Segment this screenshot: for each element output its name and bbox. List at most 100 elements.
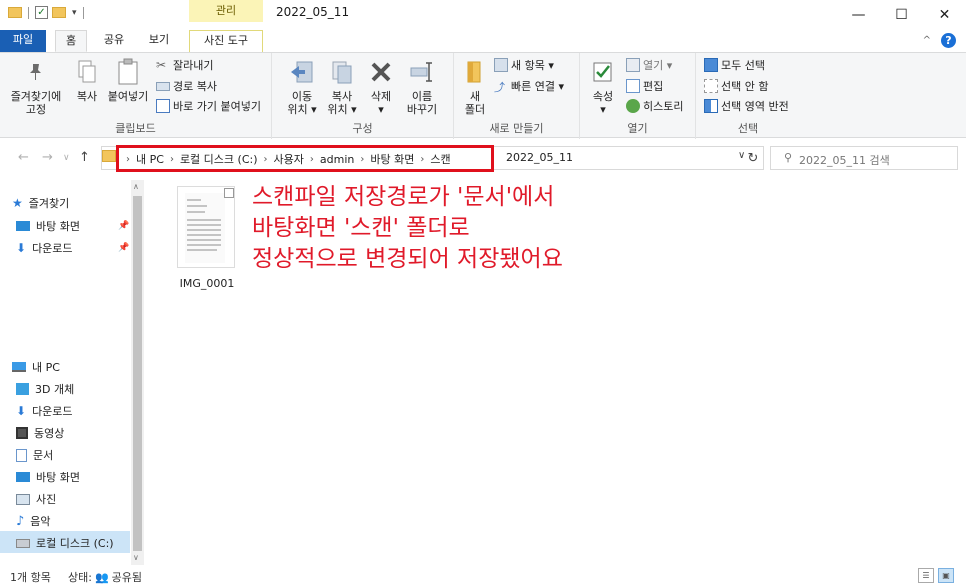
file-name[interactable]: IMG_0001 xyxy=(176,277,238,290)
search-input[interactable]: ⚲ 2022_05_11 검색 xyxy=(770,146,958,170)
history-button[interactable]: 히스토리 xyxy=(626,98,683,114)
properties-check-icon xyxy=(588,57,618,87)
close-button[interactable]: ✕ xyxy=(923,0,966,30)
tab-share[interactable]: 공유 xyxy=(94,30,134,52)
select-all-icon xyxy=(704,58,718,72)
properties-check-icon[interactable]: ✓ xyxy=(35,6,48,19)
properties-button[interactable]: 속성 ▾ xyxy=(588,57,618,116)
crumb-current-folder[interactable]: 2022_05_11 xyxy=(506,151,573,164)
edit-button[interactable]: 편집 xyxy=(626,78,663,94)
organize-group-label: 구성 xyxy=(352,122,373,135)
maximize-button[interactable]: ☐ xyxy=(880,0,923,30)
tab-file[interactable]: 파일 xyxy=(0,30,46,52)
customize-toolbar-chevron-icon[interactable]: ▾ xyxy=(72,8,77,18)
sidebar-item-downloads[interactable]: ⬇ 다운로드 xyxy=(16,402,73,420)
sidebar-item-desktop-pinned[interactable]: 바탕 화면 📌 xyxy=(16,217,129,235)
copy-to-button[interactable]: 복사 위치 ▾ xyxy=(324,57,360,116)
sidebar-scroll-thumb[interactable] xyxy=(133,196,142,551)
sidebar-item-this-pc[interactable]: 내 PC xyxy=(12,358,60,376)
desktop-icon xyxy=(16,221,30,231)
download-arrow-icon: ⬇ xyxy=(16,241,27,255)
sidebar-item-pictures[interactable]: 사진 xyxy=(16,490,56,508)
minimize-button[interactable]: — xyxy=(837,0,880,30)
new-folder-button[interactable]: 새 폴더 xyxy=(460,57,490,116)
title-bar: ✓ ▾ 관리 2022_05_11 — ☐ ✕ xyxy=(0,0,966,30)
select-group: 모두 선택 선택 안 함 선택 영역 반전 선택 xyxy=(696,53,800,139)
open-icon xyxy=(626,58,640,72)
pc-icon xyxy=(12,362,26,372)
history-icon xyxy=(626,99,640,113)
picture-icon xyxy=(16,493,30,505)
drive-icon xyxy=(16,538,30,548)
ribbon: 즐겨찾기에 고정 복사 붙여넣기 ✂ 잘라내기 경로 복사 바로 가기 붙여넣기 xyxy=(0,52,966,139)
sidebar-item-videos[interactable]: 동영상 xyxy=(16,424,64,442)
sidebar-item-3d-objects[interactable]: 3D 개체 xyxy=(16,380,74,398)
select-all-button[interactable]: 모두 선택 xyxy=(704,57,765,73)
copy-button[interactable]: 복사 xyxy=(70,57,104,103)
search-placeholder: 2022_05_11 검색 xyxy=(799,154,890,167)
new-folder-icon xyxy=(460,57,490,87)
document-icon xyxy=(16,448,27,462)
select-none-button[interactable]: 선택 안 함 xyxy=(704,78,768,94)
cut-button[interactable]: ✂ 잘라내기 xyxy=(156,57,213,73)
sidebar-item-local-disk[interactable]: 로컬 디스크 (C:) xyxy=(16,534,114,552)
collapse-ribbon-chevron-icon[interactable]: ^ xyxy=(923,35,931,46)
forward-arrow-icon[interactable]: → xyxy=(42,150,53,165)
easy-access-button[interactable]: ⤴ 빠른 연결 ▾ xyxy=(494,78,564,94)
delete-button[interactable]: 삭제 ▾ xyxy=(366,57,396,116)
file-thumbnail[interactable] xyxy=(177,186,235,268)
pin-icon[interactable]: 📌 xyxy=(118,221,129,231)
pin-icon[interactable]: 📌 xyxy=(118,243,129,253)
sidebar-item-music[interactable]: ♪ 음악 xyxy=(16,512,51,530)
help-icon[interactable]: ? xyxy=(941,33,956,48)
download-arrow-icon: ⬇ xyxy=(16,404,27,418)
scroll-up-chevron-icon[interactable]: ∧ xyxy=(133,182,139,191)
sidebar-item-downloads-pinned[interactable]: ⬇ 다운로드 📌 xyxy=(16,239,129,257)
item-count: 1개 항목 xyxy=(10,571,51,584)
organize-group: 이동 위치 ▾ 복사 위치 ▾ 삭제 ▾ 이름 바꾸기 구성 xyxy=(272,53,454,139)
clipboard-icon xyxy=(113,57,143,87)
scissors-icon: ✂ xyxy=(156,58,167,72)
sidebar-item-desktop[interactable]: 바탕 화면 xyxy=(16,468,80,486)
back-arrow-icon[interactable]: ← xyxy=(18,150,29,165)
copy-path-button[interactable]: 경로 복사 xyxy=(156,78,217,94)
sidebar-item-quick-access[interactable]: ★ 즐겨찾기 xyxy=(12,194,69,212)
desktop-icon xyxy=(16,472,30,482)
up-arrow-icon[interactable]: ↑ xyxy=(79,150,90,165)
refresh-icon[interactable]: ↻ xyxy=(740,148,766,170)
details-view-button[interactable]: ☰ xyxy=(918,568,934,583)
tab-home[interactable]: 홈 xyxy=(55,30,87,52)
move-to-button[interactable]: 이동 위치 ▾ xyxy=(284,57,320,116)
scroll-down-chevron-icon[interactable]: ∨ xyxy=(133,553,139,562)
open-group-label: 열기 xyxy=(627,122,648,135)
new-group-label: 새로 만들기 xyxy=(489,122,544,135)
new-group: 새 폴더 새 항목 ▾ ⤴ 빠른 연결 ▾ 새로 만들기 xyxy=(454,53,580,139)
pin-to-quick-access-button[interactable]: 즐겨찾기에 고정 xyxy=(6,57,66,116)
delete-x-icon xyxy=(366,57,396,87)
clipboard-group-label: 클립보드 xyxy=(115,122,156,135)
invert-selection-icon xyxy=(704,99,718,113)
recent-locations-chevron-icon[interactable]: ∨ xyxy=(63,153,70,163)
sidebar-item-documents[interactable]: 문서 xyxy=(16,446,53,464)
paste-shortcut-button[interactable]: 바로 가기 붙여넣기 xyxy=(156,98,261,114)
large-icons-view-button[interactable]: ▣ xyxy=(938,568,954,583)
copy-to-icon xyxy=(327,57,357,87)
new-folder-icon[interactable] xyxy=(52,7,66,18)
tab-view[interactable]: 보기 xyxy=(141,30,177,52)
paste-button[interactable]: 붙여넣기 xyxy=(104,57,152,103)
select-none-icon xyxy=(704,79,718,93)
status-bar: 1개 항목 상태: 👥 공유됨 ☰ ▣ xyxy=(0,566,966,586)
rename-button[interactable]: 이름 바꾸기 xyxy=(402,57,442,116)
easy-access-icon: ⤴ xyxy=(494,81,505,94)
annotation-text: 스캔파일 저장경로가 '문서'에서 바탕화면 '스캔' 폴더로 정상적으로 변경… xyxy=(252,184,563,272)
film-icon xyxy=(16,427,28,439)
rename-icon xyxy=(407,57,437,87)
context-tab-header: 관리 xyxy=(189,0,263,22)
invert-selection-button[interactable]: 선택 영역 반전 xyxy=(704,98,789,114)
path-icon xyxy=(156,81,170,91)
share-status: 상태: 👥 공유됨 xyxy=(68,570,143,585)
open-button[interactable]: 열기 ▾ xyxy=(626,57,672,73)
item-checkbox[interactable] xyxy=(224,188,234,198)
new-item-button[interactable]: 새 항목 ▾ xyxy=(494,57,554,73)
tab-picture-tools[interactable]: 사진 도구 xyxy=(189,30,263,52)
